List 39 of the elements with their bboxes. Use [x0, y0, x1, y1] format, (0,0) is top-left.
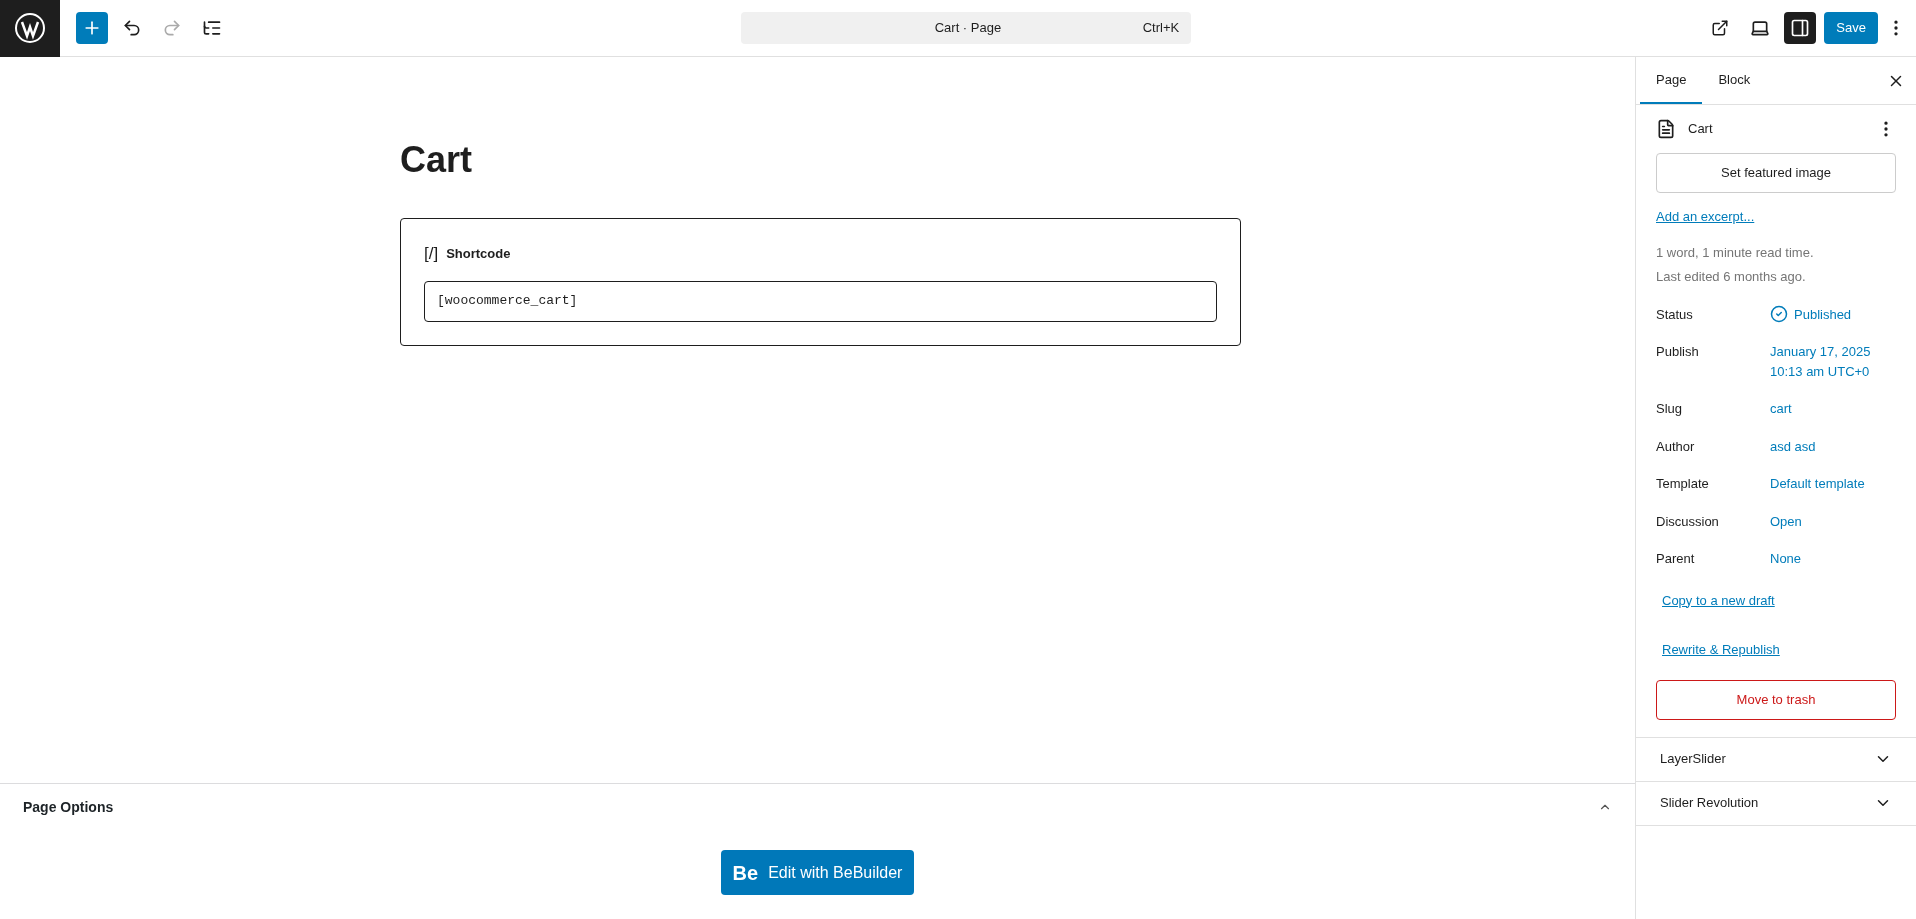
- page-icon: [1656, 119, 1676, 139]
- field-value[interactable]: None: [1770, 549, 1802, 569]
- field-label: Slug: [1656, 400, 1684, 418]
- field-label: Status: [1656, 305, 1694, 324]
- sidebar-tab[interactable]: Block: [1702, 57, 1767, 104]
- field-label: Discussion: [1656, 512, 1720, 531]
- add-block-button[interactable]: [76, 12, 108, 44]
- field-value[interactable]: Open: [1770, 511, 1802, 531]
- field-label: Author: [1656, 437, 1696, 456]
- page-title[interactable]: Cart: [400, 137, 1625, 182]
- field-value[interactable]: January 17, 2025 10:13 am UTC+0: [1770, 342, 1871, 381]
- field-value[interactable]: Published: [1770, 304, 1852, 324]
- field-value[interactable]: cart: [1770, 399, 1792, 419]
- save-button[interactable]: Save: [1824, 12, 1878, 44]
- sidebar-tab[interactable]: Page: [1640, 57, 1703, 104]
- field-label: Publish: [1656, 343, 1700, 361]
- excerpt-link[interactable]: Add an excerpt...: [1656, 207, 1896, 227]
- block-label: Shortcode: [446, 245, 511, 263]
- meta-text: Last edited 6 months ago.: [1656, 268, 1807, 286]
- panel-header[interactable]: LayerSlider: [1636, 737, 1916, 782]
- action-link[interactable]: Rewrite & Republish: [1662, 640, 1890, 660]
- field-label: Template: [1656, 475, 1710, 493]
- featured-image-button[interactable]: Set featured image: [1656, 153, 1896, 193]
- panel-header[interactable]: Slider Revolution: [1636, 781, 1916, 826]
- field-value[interactable]: asd asd: [1770, 436, 1816, 456]
- settings-toggle-icon[interactable]: [1784, 12, 1817, 44]
- bebuilder-button[interactable]: Be Edit with BeBuilder: [720, 850, 915, 895]
- meta-text: 1 word, 1 minute read time.: [1656, 243, 1815, 262]
- check-circle-icon: [1770, 304, 1788, 323]
- field-label: Parent: [1656, 550, 1696, 568]
- wordpress-logo-icon[interactable]: [0, 0, 60, 57]
- page-name: Cart: [1688, 120, 1714, 139]
- action-link[interactable]: Copy to a new draft: [1662, 590, 1890, 610]
- shortcode-field[interactable]: [woocommerce_cart]: [424, 280, 1217, 322]
- field-value[interactable]: Default template: [1770, 474, 1865, 494]
- command-bar[interactable]: Cart · Page Ctrl+K: [741, 12, 1192, 44]
- trash-button[interactable]: Move to trash: [1656, 679, 1896, 720]
- shortcode-icon: [/]: [424, 241, 439, 267]
- panel-title: Page Options: [23, 797, 115, 817]
